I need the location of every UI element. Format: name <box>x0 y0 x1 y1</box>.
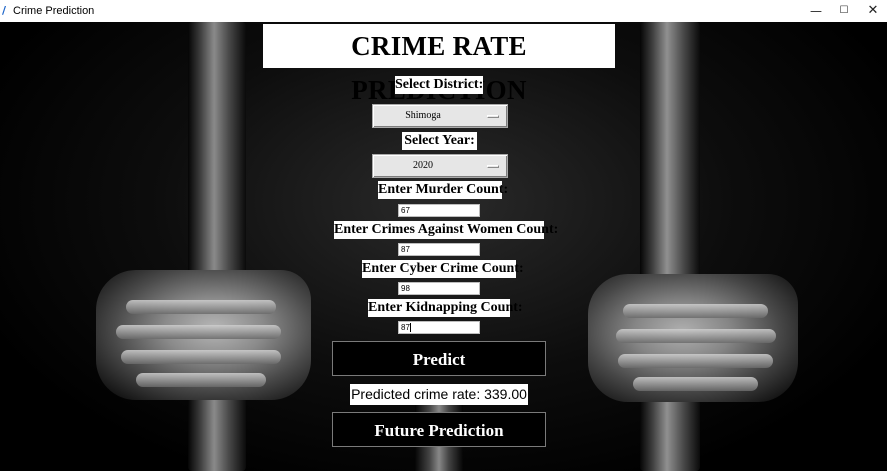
year-label: Select Year: <box>402 132 477 150</box>
murder-label: Enter Murder Count: <box>378 181 509 199</box>
maximize-icon[interactable]: ☐ <box>829 0 859 22</box>
dropdown-indicator-icon <box>487 115 499 118</box>
hand-left <box>96 270 311 400</box>
cyber-crime-label: Enter Cyber Crime Count: <box>362 260 524 278</box>
future-prediction-button[interactable]: Future Prediction <box>332 412 546 447</box>
district-dropdown[interactable]: Shimoga <box>372 104 508 128</box>
page-title: CRIME RATE PREDICTION <box>263 24 615 105</box>
finger <box>136 373 266 387</box>
finger <box>618 354 773 368</box>
prison-bar-right <box>640 22 700 471</box>
district-label: Select District: <box>395 76 484 94</box>
app-icon: / <box>2 4 7 17</box>
finger <box>126 300 276 314</box>
district-selected-value: Shimoga <box>405 110 441 121</box>
minimize-icon[interactable]: — <box>801 0 831 22</box>
women-crimes-label: Enter Crimes Against Women Count: <box>334 221 559 239</box>
text-cursor <box>409 323 411 333</box>
year-selected-value: 2020 <box>413 160 433 171</box>
hand-right <box>588 274 798 402</box>
kidnapping-input[interactable]: 87 <box>398 321 480 334</box>
window-titlebar: / Crime Prediction — ☐ ✕ <box>0 0 887 23</box>
kidnapping-label: Enter Kidnapping Count: <box>368 299 523 317</box>
finger <box>623 304 768 318</box>
predict-button[interactable]: Predict <box>332 341 546 376</box>
finger <box>616 329 776 343</box>
year-dropdown[interactable]: 2020 <box>372 154 508 178</box>
finger <box>116 325 281 339</box>
kidnapping-value: 87 <box>401 323 410 332</box>
finger <box>633 377 758 391</box>
cyber-crime-input[interactable]: 98 <box>398 282 480 295</box>
close-icon[interactable]: ✕ <box>858 0 887 22</box>
prediction-result: Predicted crime rate: 339.00 <box>350 384 528 405</box>
prison-bar-left <box>188 22 246 471</box>
finger <box>121 350 281 364</box>
window-title: Crime Prediction <box>13 5 95 17</box>
women-crimes-input[interactable]: 87 <box>398 243 480 256</box>
murder-count-input[interactable]: 67 <box>398 204 480 217</box>
dropdown-indicator-icon <box>487 165 499 168</box>
